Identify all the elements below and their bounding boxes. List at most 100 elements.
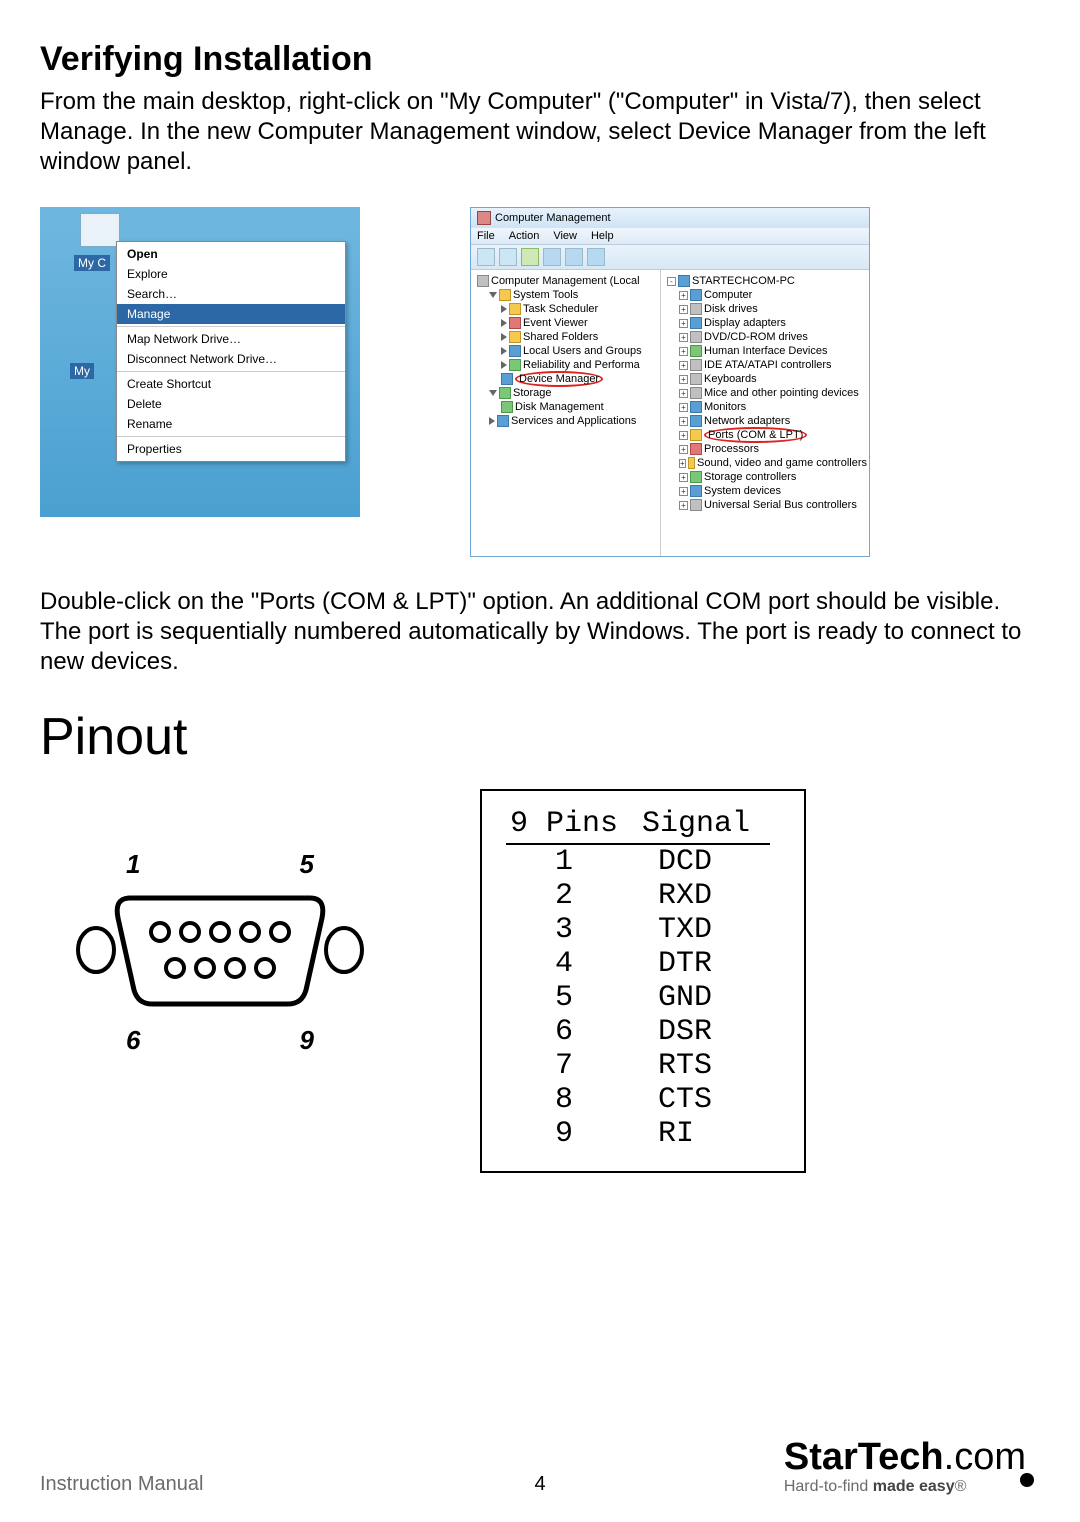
tree-node[interactable]: Task Scheduler [473,302,658,316]
tree-node-icon [690,443,702,455]
tree-node-icon [509,345,521,357]
tree-node[interactable]: + DVD/CD-ROM drives [663,330,867,344]
tree-node[interactable]: + System devices [663,484,867,498]
db9-svg [70,880,370,1020]
tree-node-icon [678,275,690,287]
pinout-signal-cell: RTS [638,1049,770,1083]
expand-toggle-icon[interactable]: + [679,319,688,328]
tree-node-label: Device Manager [515,372,603,386]
expand-toggle-icon[interactable]: + [679,375,688,384]
tree-node-icon [499,289,511,301]
tree-node-label: System devices [704,484,781,498]
tree-node[interactable]: Local Users and Groups [473,344,658,358]
expand-toggle-icon[interactable]: - [667,277,676,286]
toolbar-help-icon [565,248,583,266]
screenshot-computer-management: Computer Management File Action View Help C… [470,207,870,557]
tree-node[interactable]: + Mice and other pointing devices [663,386,867,400]
cm-menu-item[interactable]: Help [591,230,614,242]
expand-toggle-icon[interactable]: + [679,389,688,398]
section-heading-verifying: Verifying Installation [40,40,1040,79]
tree-node[interactable]: Device Manager [473,372,658,386]
cm-menu-item[interactable]: File [477,230,495,242]
context-menu-item[interactable]: Create Shortcut [117,374,345,394]
tree-node[interactable]: System Tools [473,288,658,302]
context-menu-item[interactable]: Properties [117,439,345,459]
pinout-row: 4DTR [506,947,770,981]
tree-node-icon [690,387,702,399]
context-menu-item[interactable]: Manage [117,304,345,324]
tree-node[interactable]: + Disk drives [663,302,867,316]
pinout-row: 1 5 6 9 9 Pins [70,789,1040,1173]
expand-toggle-icon[interactable]: + [679,501,688,510]
expand-toggle-icon[interactable]: + [679,361,688,370]
collapse-arrow-icon [501,333,507,341]
collapse-arrow-icon [489,417,495,425]
tree-node[interactable]: +Processors [663,442,867,456]
tree-node[interactable]: Disk Management [473,400,658,414]
logo-dot-icon [1020,1473,1034,1487]
pinout-row: 9RI [506,1117,770,1151]
cm-menu-item[interactable]: View [553,230,577,242]
tree-node-label: Disk drives [704,302,758,316]
db9-connector-diagram: 1 5 6 9 [70,849,370,1056]
cm-menu-item[interactable]: Action [509,230,540,242]
pinout-row: 1DCD [506,844,770,879]
logo-main: StarTech [784,1436,944,1478]
tree-node[interactable]: +Ports (COM & LPT) [663,428,867,442]
context-menu-item[interactable]: Open [117,244,345,264]
tree-node[interactable]: +Universal Serial Bus controllers [663,498,867,512]
tree-node[interactable]: -STARTECHCOM-PC [663,274,867,288]
expand-toggle-icon[interactable]: + [679,403,688,412]
context-menu-item[interactable]: Delete [117,394,345,414]
expand-toggle-icon[interactable]: + [679,291,688,300]
expand-toggle-icon[interactable]: + [679,417,688,426]
expand-toggle-icon[interactable]: + [679,347,688,356]
tree-node-icon [509,331,521,343]
expand-toggle-icon[interactable]: + [679,473,688,482]
pinout-signal-cell: GND [638,981,770,1015]
context-menu-item[interactable]: Disconnect Network Drive… [117,349,345,369]
tree-node[interactable]: Reliability and Performa [473,358,658,372]
tree-node-icon [501,373,513,385]
tree-node-icon [690,373,702,385]
expand-toggle-icon[interactable]: + [679,487,688,496]
tree-node[interactable]: Storage [473,386,658,400]
tree-node[interactable]: + Network adapters [663,414,867,428]
tree-node-label: Shared Folders [523,330,598,344]
context-menu-item[interactable]: Explore [117,264,345,284]
tree-node[interactable]: +Computer [663,288,867,302]
tree-node[interactable]: +Human Interface Devices [663,344,867,358]
tree-node-icon [690,485,702,497]
pinout-row: 8CTS [506,1083,770,1117]
cm-left-tree: Computer Management (LocalSystem ToolsTa… [471,270,661,556]
tree-node[interactable]: Services and Applications [473,414,658,428]
tree-node-label: Network adapters [704,414,790,428]
tree-node[interactable]: +Monitors [663,400,867,414]
tree-node-label: Mice and other pointing devices [704,386,859,400]
tree-node[interactable]: +Storage controllers [663,470,867,484]
tree-node-icon [688,457,695,469]
pinout-pin-cell: 7 [506,1049,638,1083]
pinout-signal-cell: DCD [638,844,770,879]
tree-node[interactable]: Shared Folders [473,330,658,344]
pinout-signal-cell: RI [638,1117,770,1151]
expand-toggle-icon[interactable]: + [679,333,688,342]
expand-toggle-icon[interactable]: + [679,431,688,440]
tree-node-label: DVD/CD-ROM drives [704,330,808,344]
tree-node-label: Task Scheduler [523,302,598,316]
tree-node-icon [690,471,702,483]
tree-node[interactable]: Computer Management (Local [473,274,658,288]
context-menu-item[interactable]: Search… [117,284,345,304]
context-menu-item[interactable]: Rename [117,414,345,434]
tree-node[interactable]: +Keyboards [663,372,867,386]
tree-node[interactable]: Event Viewer [473,316,658,330]
tree-node[interactable]: +Sound, video and game controllers [663,456,867,470]
cm-title-text: Computer Management [495,212,611,224]
expand-toggle-icon[interactable]: + [679,459,686,468]
tree-node[interactable]: +Display adapters [663,316,867,330]
expand-toggle-icon[interactable]: + [679,445,688,454]
tree-node[interactable]: +IDE ATA/ATAPI controllers [663,358,867,372]
context-menu-item[interactable]: Map Network Drive… [117,329,345,349]
expand-toggle-icon[interactable]: + [679,305,688,314]
tree-node-icon [690,415,702,427]
